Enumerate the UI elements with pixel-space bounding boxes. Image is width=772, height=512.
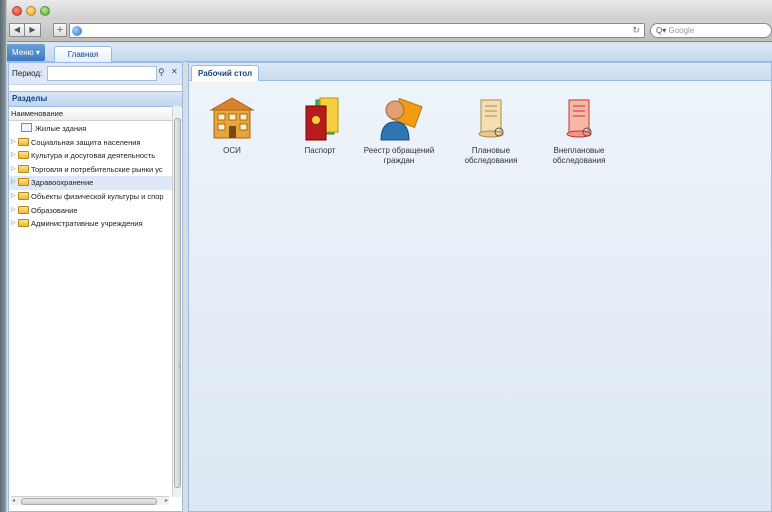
clear-icon[interactable]: ✕ — [171, 67, 178, 76]
close-window-button[interactable] — [12, 6, 22, 16]
sections-panel: Период: ⚲ ✕ Разделы Наименование Жилые з… — [8, 62, 183, 512]
scroll-thumb[interactable] — [21, 498, 157, 505]
tree-item-education[interactable]: ▷ Образование — [9, 204, 172, 218]
tile-label: ОСИ — [223, 146, 241, 155]
expand-arrow-icon[interactable]: ▷ — [11, 149, 16, 163]
scroll-thumb[interactable] — [174, 118, 181, 488]
column-header-name[interactable]: Наименование — [9, 107, 182, 121]
title-bar — [7, 0, 772, 20]
tile-osi[interactable]: ОСИ — [192, 96, 272, 156]
tree-item-label: Торговля и потребительские рынки ус — [31, 164, 163, 174]
scroll-left-icon[interactable]: ◂ — [12, 497, 15, 504]
expand-arrow-icon[interactable]: ▷ — [11, 136, 16, 150]
expand-arrow-icon[interactable]: ▷ — [11, 204, 16, 218]
search-placeholder: Google — [668, 26, 695, 35]
tile-label: Плановые обследования — [464, 146, 518, 165]
tile-label: Паспорт — [304, 146, 336, 155]
splitter-grip-icon[interactable]: ⁞ — [178, 363, 180, 370]
minimize-window-button[interactable] — [26, 6, 36, 16]
tree-item-trade[interactable]: ▷ Торговля и потребительские рынки ус — [9, 163, 172, 177]
desktop-panel: Рабочий стол ОСИ Паспорт Реестр обращени… — [188, 62, 772, 512]
tree-item-label: Объекты физической культуры и спор — [31, 191, 164, 201]
search-icon: Q▾ — [656, 26, 667, 35]
tab-desktop[interactable]: Рабочий стол — [191, 65, 260, 81]
scroll-certificate-icon — [467, 96, 515, 142]
sections-header: Разделы — [9, 91, 182, 107]
tree-item-label: Здравоохранение — [31, 178, 94, 188]
building-icon — [208, 96, 256, 142]
browser-toolbar: ◀ ▶ + ↻ Q▾ Google — [7, 20, 772, 42]
folder-icon — [18, 219, 29, 228]
tree-item-label: Социальная защита населения — [31, 137, 141, 147]
browser-search-field[interactable]: Q▾ Google — [650, 23, 772, 38]
search-icon[interactable]: ⚲ — [158, 67, 165, 78]
tree-item-administrative[interactable]: ▷ Административные учреждения — [9, 217, 172, 231]
scroll-right-icon[interactable]: ▸ — [165, 497, 168, 504]
tile-label: Реестр обращений граждан — [363, 146, 435, 165]
period-label: Период: — [12, 69, 43, 78]
period-input[interactable] — [47, 66, 157, 81]
tree-item-culture[interactable]: ▷ Культура и досуговая деятельность — [9, 149, 172, 163]
tile-label: Внеплановые обследования — [552, 146, 606, 165]
tree-item-sports[interactable]: ▷ Объекты физической культуры и спор — [9, 190, 172, 204]
tile-passport[interactable]: Паспорт — [280, 96, 360, 156]
tree-vertical-scrollbar[interactable] — [172, 106, 181, 497]
tree-item-social-protection[interactable]: ▷ Социальная защита населения — [9, 136, 172, 150]
tree-item-label: Образование — [31, 205, 78, 215]
globe-icon — [72, 26, 82, 36]
menu-button[interactable]: Меню ▾ — [7, 44, 45, 61]
tree-item-residential[interactable]: Жилые здания — [9, 122, 172, 136]
forward-button[interactable]: ▶ — [25, 23, 41, 37]
tree-item-label: Культура и досуговая деятельность — [31, 151, 156, 161]
tree-item-label: Административные учреждения — [31, 219, 143, 229]
tile-planned-inspections[interactable]: Плановые обследования — [451, 96, 531, 166]
sections-tree: Жилые здания ▷ Социальная защита населени… — [9, 122, 172, 495]
expand-arrow-icon[interactable]: ▷ — [11, 176, 16, 190]
folder-icon — [18, 178, 29, 187]
address-bar[interactable]: ↻ — [69, 23, 645, 38]
app-header: Меню ▾ Главная — [7, 43, 772, 62]
expand-arrow-icon[interactable]: ▷ — [11, 163, 16, 177]
reload-icon[interactable]: ↻ — [632, 25, 640, 36]
tree-horizontal-scrollbar[interactable]: ◂ ▸ — [11, 496, 169, 505]
browser-window: ◀ ▶ + ↻ Q▾ Google Меню ▾ Главная Период:… — [7, 0, 772, 512]
desktop-tabbar: Рабочий стол — [189, 63, 771, 81]
expand-arrow-icon[interactable]: ▷ — [11, 217, 16, 231]
user-register-icon — [375, 96, 423, 142]
document-icon — [21, 123, 32, 132]
red-scroll-certificate-icon — [555, 96, 603, 142]
folder-icon — [18, 191, 29, 200]
folder-icon — [18, 205, 29, 214]
folder-icon — [18, 151, 29, 160]
zoom-window-button[interactable] — [40, 6, 50, 16]
tree-item-healthcare[interactable]: ▷ Здравоохранение — [9, 176, 172, 190]
window-controls — [12, 6, 50, 16]
passport-books-icon — [296, 96, 344, 142]
folder-icon — [18, 164, 29, 173]
tab-main[interactable]: Главная — [54, 46, 112, 62]
folder-icon — [18, 137, 29, 146]
expand-arrow-icon[interactable]: ▷ — [11, 190, 16, 204]
tile-unplanned-inspections[interactable]: Внеплановые обследования — [539, 96, 619, 166]
back-button[interactable]: ◀ — [9, 23, 25, 37]
add-bookmark-button[interactable]: + — [53, 23, 67, 37]
tile-citizen-register[interactable]: Реестр обращений граждан — [359, 96, 439, 166]
tree-item-label: Жилые здания — [35, 124, 87, 133]
period-filter: Период: ⚲ ✕ — [9, 63, 182, 85]
